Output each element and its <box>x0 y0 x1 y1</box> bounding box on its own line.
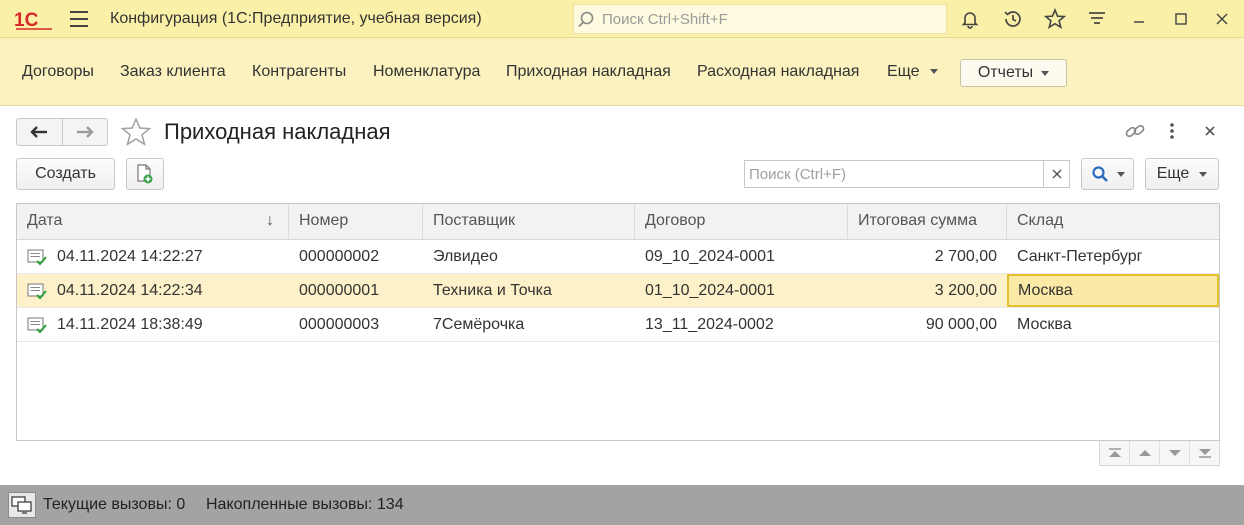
list-search-input[interactable]: Поиск (Ctrl+F) <box>744 160 1044 188</box>
chevron-down-icon <box>930 69 939 75</box>
accumulated-calls-text: Накопленные вызовы: 134 <box>206 496 404 513</box>
clear-search-button[interactable] <box>1043 160 1070 188</box>
current-calls-text: Текущие вызовы: 0 <box>43 496 186 513</box>
cell-number: 000000002 <box>299 248 380 265</box>
cell-warehouse: Москва <box>1017 316 1072 333</box>
more-vertical-icon[interactable] <box>1163 121 1181 141</box>
history-icon[interactable] <box>1002 8 1024 30</box>
more-actions-label: Еще <box>1156 165 1190 182</box>
cell-warehouse: Санкт-Петербург <box>1017 248 1143 265</box>
history-navigation <box>16 118 108 146</box>
table-scroll-controls <box>1099 441 1220 466</box>
favorites-star-icon[interactable] <box>1044 8 1066 30</box>
link-icon[interactable] <box>1124 121 1146 141</box>
documents-table: Дата ↓ Номер Поставщик Договор Итоговая … <box>16 203 1220 441</box>
cell-contract: 13_11_2024-0002 <box>645 316 774 333</box>
table-row-selected[interactable]: 04.11.2024 14:22:34 000000001 Техника и … <box>17 274 1219 308</box>
more-actions-button[interactable]: Еще <box>1145 158 1219 190</box>
scroll-up-button[interactable] <box>1130 441 1160 465</box>
cell-date: 14.11.2024 18:38:49 <box>57 316 203 333</box>
table-row[interactable]: 14.11.2024 18:38:49 000000003 7Семёрочка… <box>17 308 1219 342</box>
table-header: Дата ↓ Номер Поставщик Договор Итоговая … <box>17 204 1219 240</box>
nav-item-contracts[interactable]: Договоры <box>22 63 94 81</box>
cell-number: 000000003 <box>299 316 380 333</box>
bell-icon[interactable] <box>959 8 981 30</box>
1c-logo-icon[interactable]: 1С <box>14 8 54 30</box>
search-icon <box>1091 166 1108 182</box>
cell-supplier: Элвидео <box>433 248 498 265</box>
back-button[interactable] <box>17 119 62 145</box>
main-menu-icon[interactable] <box>70 11 88 27</box>
app-title: Конфигурация (1С:Предприятие, учебная ве… <box>110 10 482 27</box>
scroll-top-icon <box>1108 448 1121 457</box>
form-title: Приходная накладная <box>164 119 391 144</box>
reports-button[interactable]: Отчеты <box>960 59 1067 87</box>
maximize-icon[interactable] <box>1170 8 1192 30</box>
column-header-supplier[interactable]: Поставщик <box>423 204 635 240</box>
nav-item-outgoing-invoice[interactable]: Расходная накладная <box>697 63 859 81</box>
cell-number: 000000001 <box>299 282 380 299</box>
cell-date: 04.11.2024 14:22:34 <box>57 282 203 299</box>
search-icon <box>578 11 594 28</box>
nav-item-customer-order[interactable]: Заказ клиента <box>120 63 226 81</box>
global-search-placeholder: Поиск Ctrl+Shift+F <box>602 10 728 28</box>
reports-label: Отчеты <box>977 64 1034 81</box>
close-icon[interactable] <box>1200 121 1220 141</box>
posted-document-icon <box>27 283 47 300</box>
cell-warehouse-active[interactable]: Москва <box>1007 274 1219 307</box>
section-nav-bar: Договоры Заказ клиента Контрагенты Номен… <box>0 38 1244 106</box>
forward-button[interactable] <box>63 119 108 145</box>
column-header-number[interactable]: Номер <box>289 204 423 240</box>
cell-contract: 09_10_2024-0001 <box>645 248 775 265</box>
add-to-favorites-star-icon[interactable] <box>120 117 152 147</box>
scroll-up-icon <box>1138 450 1151 456</box>
copy-document-icon <box>137 164 153 184</box>
copy-button[interactable] <box>126 158 164 190</box>
nav-more-label: Еще <box>887 63 920 80</box>
cell-supplier: 7Семёрочка <box>433 316 525 333</box>
nav-item-counterparties[interactable]: Контрагенты <box>252 63 346 81</box>
scroll-down-button[interactable] <box>1160 441 1190 465</box>
arrow-left-icon <box>30 126 48 138</box>
column-header-date[interactable]: Дата ↓ <box>17 204 289 240</box>
chevron-down-icon <box>1199 171 1208 177</box>
cell-total: 2 700,00 <box>934 248 997 265</box>
column-header-warehouse[interactable]: Склад <box>1007 204 1219 240</box>
chevron-down-icon <box>1041 70 1050 76</box>
window-close-icon[interactable] <box>1211 8 1233 30</box>
svg-text:1С: 1С <box>14 10 39 30</box>
posted-document-icon <box>27 317 47 334</box>
status-bar: Текущие вызовы: 0 Накопленные вызовы: 13… <box>0 485 1244 525</box>
scroll-bottom-icon <box>1198 449 1211 458</box>
cell-date: 04.11.2024 14:22:27 <box>57 248 203 265</box>
table-row[interactable]: 04.11.2024 14:22:27 000000002 Элвидео 09… <box>17 240 1219 274</box>
cell-total: 90 000,00 <box>925 316 997 333</box>
list-search-placeholder: Поиск (Ctrl+F) <box>749 165 846 183</box>
arrow-right-icon <box>76 126 94 138</box>
sort-descending-icon: ↓ <box>266 212 274 229</box>
scroll-down-icon <box>1168 450 1181 456</box>
scroll-to-top-button[interactable] <box>1100 441 1130 465</box>
title-bar: 1С Конфигурация (1С:Предприятие, учебная… <box>0 0 1244 38</box>
create-button[interactable]: Создать <box>16 158 115 190</box>
cell-total: 3 200,00 <box>934 282 997 299</box>
minimize-icon[interactable] <box>1128 8 1150 30</box>
nav-more-menu[interactable]: Еще <box>887 63 939 81</box>
global-search-input[interactable]: Поиск Ctrl+Shift+F <box>573 4 947 34</box>
column-header-total[interactable]: Итоговая сумма <box>848 204 1007 240</box>
filter-lines-icon[interactable] <box>1086 8 1108 30</box>
cell-contract: 01_10_2024-0001 <box>645 282 775 299</box>
nav-item-incoming-invoice[interactable]: Приходная накладная <box>506 63 671 81</box>
column-header-contract[interactable]: Договор <box>635 204 848 240</box>
search-button[interactable] <box>1081 158 1134 190</box>
posted-document-icon <box>27 249 47 266</box>
scroll-to-bottom-button[interactable] <box>1190 441 1219 465</box>
cell-supplier: Техника и Точка <box>433 282 552 299</box>
clear-icon <box>1052 169 1061 179</box>
nav-item-nomenclature[interactable]: Номенклатура <box>373 63 480 81</box>
server-calls-monitor-icon[interactable] <box>8 492 36 518</box>
chevron-down-icon <box>1116 171 1125 177</box>
